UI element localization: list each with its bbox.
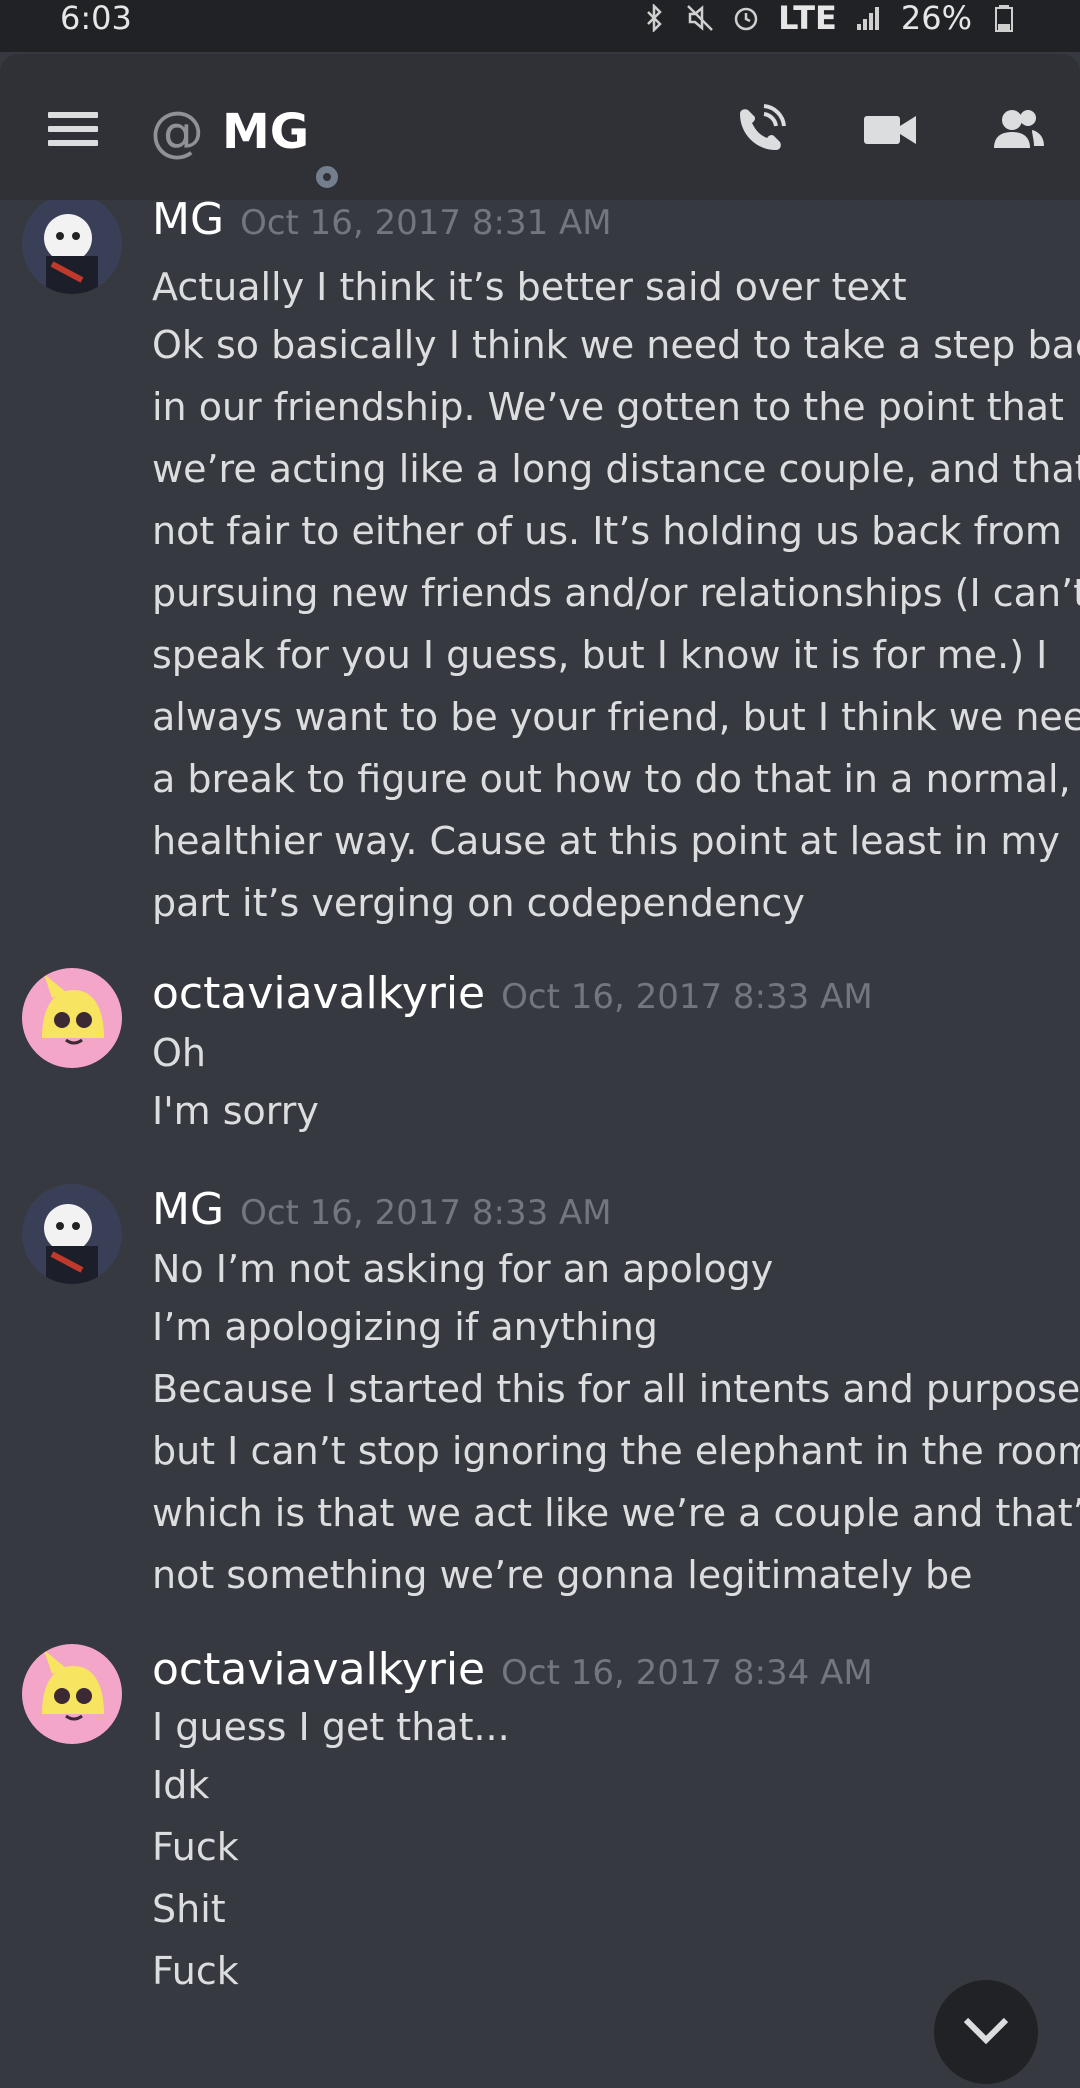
status-icons: LTE 26% [640,0,1018,36]
avatar-image [22,968,122,1068]
status-bar: 6:03 LTE 26% [0,0,1080,52]
message-author[interactable]: MG Oct 16, 2017 8:31 AM [152,200,612,249]
members-icon[interactable] [988,100,1048,160]
message-timestamp: Oct 16, 2017 8:33 AM [501,977,873,1017]
mute-icon [687,5,713,31]
message-line: Oh [152,1031,206,1075]
channel-name: MG [222,104,310,160]
status-time: 6:03 [60,0,132,37]
battery-percent: 26% [900,0,972,37]
avatar[interactable] [22,1644,122,1744]
message-line: I’m apologizing if anything [152,1305,658,1349]
channel-header: @ MG [0,54,1080,200]
message-line: Fuck [152,1949,239,1993]
message-line: not fair to either of us. It’s holding u… [152,509,1062,553]
message-author[interactable]: MG Oct 16, 2017 8:33 AM [152,1184,612,1239]
bluetooth-icon [647,4,662,32]
message-line: Because I started this for all intents a… [152,1367,1080,1411]
message-timestamp: Oct 16, 2017 8:31 AM [240,203,612,243]
message-line: Ok so basically I think we need to take … [152,323,1080,367]
avatar[interactable] [22,1184,122,1284]
avatar[interactable] [22,200,122,294]
message-line: in our friendship. We’ve gotten to the p… [152,385,1064,429]
message-line: a break to figure out how to do that in … [152,757,1071,801]
avatar[interactable] [22,968,122,1068]
call-icon[interactable] [730,100,790,160]
message-timestamp: Oct 16, 2017 8:34 AM [501,1653,873,1693]
author-name[interactable]: octaviavalkyrie [152,1644,485,1695]
message-line: Idk [152,1763,210,1807]
message-line: healthier way. Cause at this point at le… [152,819,1060,863]
avatar-image [22,200,122,294]
menu-icon[interactable] [48,112,98,146]
message-line: but I can’t stop ignoring the elephant i… [152,1429,1080,1473]
dm-channel-at-icon: @ [150,100,204,163]
message-line: always want to be your friend, but I thi… [152,695,1080,739]
message-line: part it’s verging on codependency [152,881,805,925]
chevron-down-icon [963,2017,1009,2045]
message-line: Fuck [152,1825,239,1869]
message-timestamp: Oct 16, 2017 8:33 AM [240,1193,612,1233]
message-line: Actually I think it’s better said over t… [152,265,907,309]
video-icon[interactable] [860,100,920,160]
message-line: speak for you I guess, but I know it is … [152,633,1048,677]
message-line: which is that we act like we’re a couple… [152,1491,1080,1535]
alarm-icon [734,7,758,31]
battery-icon [995,5,1013,32]
message-line: I guess I get that... [152,1705,510,1749]
author-name[interactable]: octaviavalkyrie [152,968,485,1019]
message-line: I'm sorry [152,1089,319,1133]
author-name[interactable]: MG [152,1184,224,1235]
avatar-image [22,1184,122,1284]
message-line: No I’m not asking for an apology [152,1247,774,1291]
jump-to-bottom-button[interactable] [934,1980,1038,2084]
message-author[interactable]: octaviavalkyrie Oct 16, 2017 8:33 AM [152,968,873,1023]
network-label: LTE [778,0,837,37]
message-list[interactable]: MG Oct 16, 2017 8:31 AM Actually I think … [0,200,1080,2039]
message-line: pursuing new friends and/or relationship… [152,571,1080,615]
signal-icon [856,7,879,30]
offline-status-icon [316,166,338,188]
author-name[interactable]: MG [152,200,224,245]
message-line: not something we’re gonna legitimately b… [152,1553,973,1597]
message-author[interactable]: octaviavalkyrie Oct 16, 2017 8:34 AM [152,1644,873,1699]
message-line: we’re acting like a long distance couple… [152,447,1080,491]
avatar-image [22,1644,122,1744]
message-line: Shit [152,1887,226,1931]
